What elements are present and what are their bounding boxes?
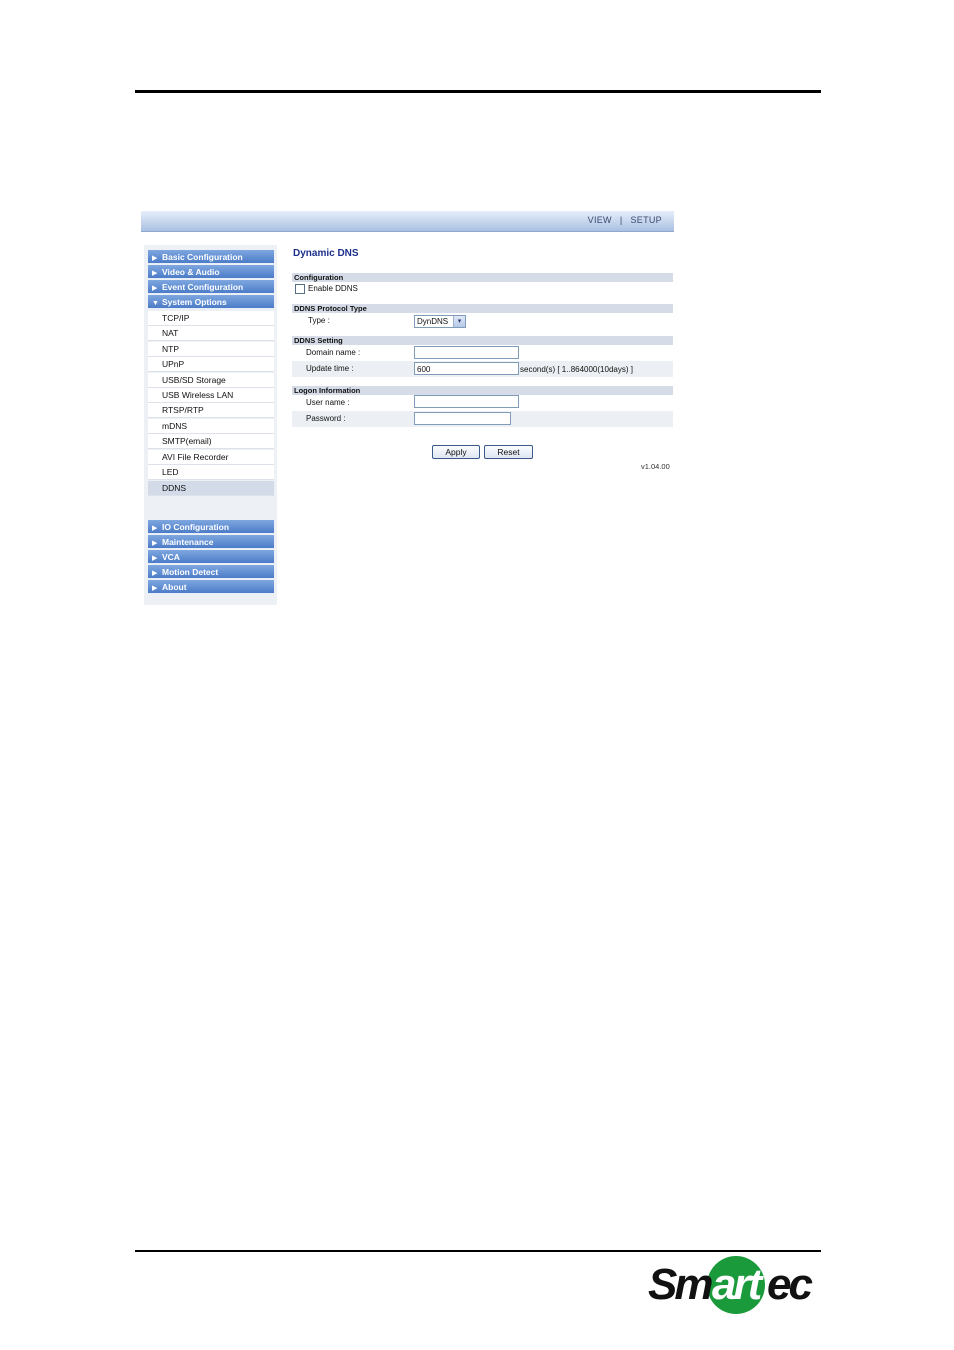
sidebar: ▶ Basic Configuration ▶ Video & Audio ▶ Eve… xyxy=(144,245,277,605)
view-setup-links: VIEW | SETUP xyxy=(588,215,662,225)
section-logon-header: Logon Information xyxy=(292,386,673,395)
menu-label: IO Configuration xyxy=(162,522,230,532)
logo-right-text: ec xyxy=(767,1260,812,1309)
menu-label: VCA xyxy=(162,552,180,562)
user-name-label: User name : xyxy=(306,398,350,407)
domain-row: Domain name : xyxy=(292,345,673,361)
user-name-input[interactable] xyxy=(414,395,519,408)
menu-label: Event Configuration xyxy=(162,282,244,292)
reset-button[interactable]: Reset xyxy=(484,445,533,459)
menu-label: Video & Audio xyxy=(162,267,220,277)
menu-system-options[interactable]: ▼ System Options xyxy=(148,295,274,309)
expand-arrow-icon: ▶ xyxy=(152,525,158,532)
menu-event-configuration[interactable]: ▶ Event Configuration xyxy=(148,280,274,294)
logo-left-text: Sm xyxy=(648,1260,712,1309)
sidebar-item-usb-sd-storage[interactable]: USB/SD Storage xyxy=(148,373,274,388)
menu-video-audio[interactable]: ▶ Video & Audio xyxy=(148,265,274,279)
password-label: Password : xyxy=(306,414,346,423)
enable-ddns-checkbox[interactable] xyxy=(295,284,305,294)
section-configuration-header: Configuration xyxy=(292,273,673,282)
sidebar-item-upnp[interactable]: UPnP xyxy=(148,357,274,372)
sidebar-item-ntp[interactable]: NTP xyxy=(148,342,274,357)
link-separator: | xyxy=(619,215,623,225)
top-navigation-bar: VIEW | SETUP xyxy=(141,211,674,232)
enable-ddns-row: Enable DDNS xyxy=(292,283,673,296)
password-row: Password : xyxy=(292,411,673,427)
update-time-hint: second(s) [ 1..864000(10days) ] xyxy=(520,365,633,374)
page-title: Dynamic DNS xyxy=(293,248,359,259)
expand-arrow-icon: ▶ xyxy=(152,555,158,562)
sidebar-item-ddns[interactable]: DDNS xyxy=(148,481,274,496)
type-select[interactable]: DynDNS ▾ xyxy=(414,315,466,328)
type-label: Type : xyxy=(308,316,330,325)
page-bottom-rule xyxy=(135,1250,821,1252)
domain-label: Domain name : xyxy=(306,348,361,357)
sidebar-item-mdns[interactable]: mDNS xyxy=(148,419,274,434)
update-time-input[interactable]: 600 xyxy=(414,362,519,375)
sidebar-item-tcpip[interactable]: TCP/IP xyxy=(148,311,274,326)
type-selected-value: DynDNS xyxy=(417,317,449,326)
sidebar-item-usb-wireless-lan[interactable]: USB Wireless LAN xyxy=(148,388,274,403)
sidebar-item-rtsp-rtp[interactable]: RTSP/RTP xyxy=(148,403,274,418)
expand-arrow-icon: ▶ xyxy=(152,570,158,577)
view-link[interactable]: VIEW xyxy=(588,215,612,225)
menu-vca[interactable]: ▶ VCA xyxy=(148,550,274,564)
menu-label: About xyxy=(162,582,187,592)
section-protocol-header: DDNS Protocol Type xyxy=(292,304,673,313)
chevron-down-icon[interactable]: ▾ xyxy=(453,316,465,327)
sidebar-item-smtp[interactable]: SMTP(email) xyxy=(148,434,274,449)
page-top-rule xyxy=(135,90,821,93)
update-time-label: Update time : xyxy=(306,364,354,373)
menu-label: System Options xyxy=(162,297,227,307)
sidebar-item-avi-file-recorder[interactable]: AVI File Recorder xyxy=(148,450,274,465)
menu-motion-detect[interactable]: ▶ Motion Detect xyxy=(148,565,274,579)
menu-about[interactable]: ▶ About xyxy=(148,580,274,594)
expand-arrow-icon: ▶ xyxy=(152,585,158,592)
sidebar-item-led[interactable]: LED xyxy=(148,465,274,480)
menu-io-configuration[interactable]: ▶ IO Configuration xyxy=(148,520,274,534)
domain-name-input[interactable] xyxy=(414,346,519,359)
expand-arrow-icon: ▶ xyxy=(152,540,158,547)
menu-label: Basic Configuration xyxy=(162,252,243,262)
user-name-row: User name : xyxy=(292,395,673,411)
password-input[interactable] xyxy=(414,412,511,425)
collapse-arrow-icon: ▼ xyxy=(152,300,159,307)
menu-basic-configuration[interactable]: ▶ Basic Configuration xyxy=(148,250,274,264)
sidebar-item-nat[interactable]: NAT xyxy=(148,326,274,341)
section-setting-header: DDNS Setting xyxy=(292,336,673,345)
setup-link[interactable]: SETUP xyxy=(630,215,662,225)
type-row: Type : DynDNS ▾ xyxy=(292,313,673,329)
logo-center-text: art xyxy=(712,1260,765,1309)
menu-maintenance[interactable]: ▶ Maintenance xyxy=(148,535,274,549)
menu-label: Motion Detect xyxy=(162,567,219,577)
enable-ddns-label: Enable DDNS xyxy=(308,284,358,293)
update-time-row: Update time : 600 second(s) [ 1..864000(… xyxy=(292,361,673,377)
firmware-version: v1.04.00 xyxy=(641,462,670,471)
expand-arrow-icon: ▶ xyxy=(152,285,158,292)
menu-label: Maintenance xyxy=(162,537,214,547)
expand-arrow-icon: ▶ xyxy=(152,255,158,262)
expand-arrow-icon: ▶ xyxy=(152,270,158,277)
smartec-logo: Sm art ec xyxy=(648,1256,815,1314)
apply-button[interactable]: Apply xyxy=(432,445,480,459)
